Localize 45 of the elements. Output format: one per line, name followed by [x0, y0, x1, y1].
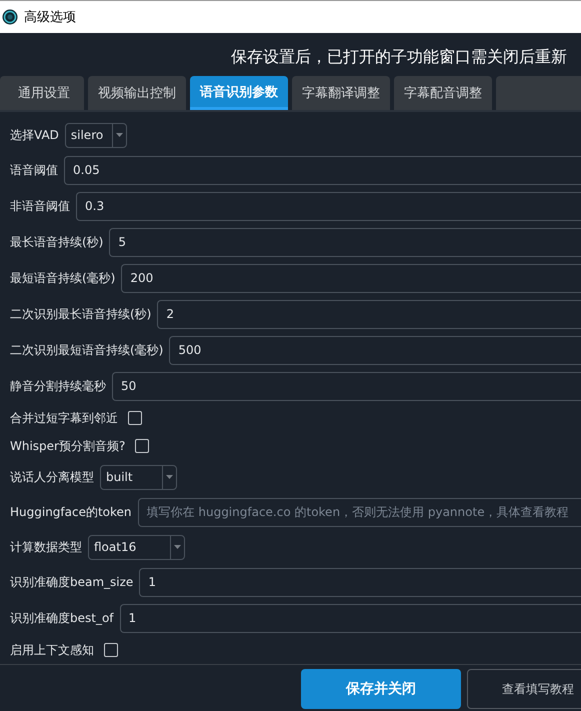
dropdown[interactable]: built: [100, 464, 177, 490]
window-title: 高级选项: [24, 9, 76, 26]
setting-label: 识别准确度best_of: [10, 610, 114, 626]
tab[interactable]: 通用设置: [0, 76, 84, 110]
setting-label: 语音阈值: [10, 162, 58, 178]
setting-label: 二次识别最短语音持续(毫秒): [10, 342, 164, 358]
tab[interactable]: 视频输出控制: [88, 76, 186, 110]
input-field[interactable]: 200: [121, 264, 581, 292]
setting-label: 说话人分离模型: [10, 468, 94, 486]
setting-label: 静音分割持续毫秒: [10, 378, 106, 394]
dropdown[interactable]: silero: [64, 122, 127, 148]
input-field[interactable]: 50: [112, 372, 581, 400]
input-field[interactable]: 1: [120, 604, 581, 632]
setting-label: 二次识别最长语音持续(秒): [10, 306, 152, 322]
tab[interactable]: 字幕配音调整: [394, 76, 492, 110]
tab[interactable]: 字幕翻译调整: [292, 76, 390, 110]
setting-label: 合并过短字幕到邻近: [10, 410, 118, 426]
notice-text: 保存设置后，已打开的子功能窗口需关闭后重新: [231, 47, 567, 68]
input-field[interactable]: 0.05: [64, 156, 581, 184]
input-field[interactable]: 1: [139, 568, 581, 596]
save-button[interactable]: 保存并关闭: [301, 669, 461, 709]
checkbox[interactable]: [135, 439, 150, 453]
setting-label: 最长语音持续(秒): [10, 234, 104, 250]
setting-label: 计算数据类型: [10, 538, 82, 556]
setting-label: 选择VAD: [10, 126, 59, 144]
setting-label: Huggingface的token: [10, 504, 132, 520]
setting-label: 识别准确度beam_size: [10, 574, 134, 590]
checkbox[interactable]: [104, 643, 118, 657]
setting-label: 最短语音持续(毫秒): [10, 270, 116, 286]
setting-label: Whisper预分割音频?: [10, 438, 126, 454]
input-field[interactable]: 填写你在 huggingface.co 的token，否则无法使用 pyannote，具体查看教程: [138, 498, 581, 526]
input-field[interactable]: 0.3: [76, 192, 581, 220]
setting-label: 非语音阈值: [10, 198, 70, 214]
input-field[interactable]: 5: [109, 228, 581, 256]
dropdown-arrow-icon: [166, 475, 173, 479]
dropdown[interactable]: float16: [88, 534, 185, 560]
setting-label: 启用上下文感知: [10, 642, 94, 658]
checkbox[interactable]: [128, 411, 142, 425]
dropdown-arrow-icon: [116, 133, 123, 137]
input-field[interactable]: 500: [169, 336, 581, 364]
input-field[interactable]: 2: [157, 300, 581, 328]
tab[interactable]: 语音识别参数: [190, 76, 288, 110]
tutorial-button[interactable]: 查看填写教程: [467, 669, 581, 709]
app-logo-icon: [2, 9, 18, 25]
dropdown-arrow-icon: [174, 545, 181, 549]
